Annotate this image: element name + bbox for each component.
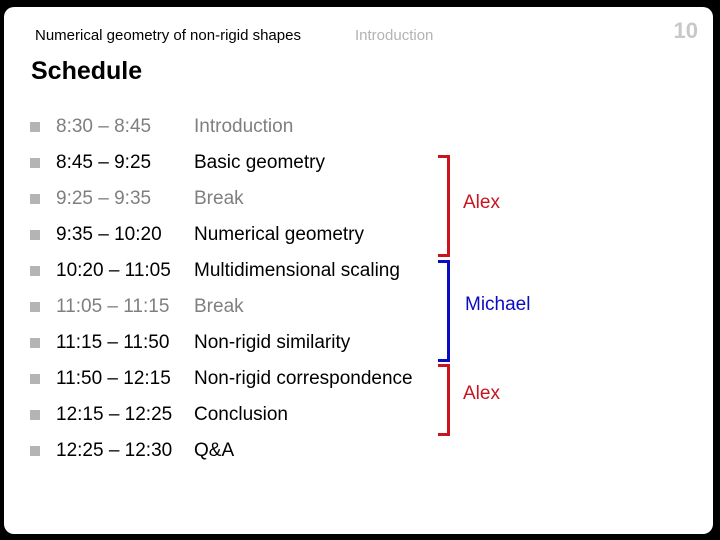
bullet-square-icon <box>30 158 40 168</box>
presenter-label-alex-2: Alex <box>463 383 500 404</box>
schedule-time: 10:20 – 11:05 <box>56 260 171 281</box>
schedule-time: 11:50 – 12:15 <box>56 368 171 389</box>
bullet-square-icon <box>30 194 40 204</box>
bullet-square-icon <box>30 230 40 240</box>
schedule-topic: Introduction <box>194 116 294 137</box>
presenter-bracket-alex-1 <box>438 155 450 257</box>
schedule-time: 11:15 – 11:50 <box>56 332 170 353</box>
bullet-square-icon <box>30 338 40 348</box>
bullet-square-icon <box>30 302 40 312</box>
slide-title: Schedule <box>31 57 143 85</box>
section-label: Introduction <box>355 27 434 44</box>
schedule-time: 12:25 – 12:30 <box>56 440 173 461</box>
bullet-square-icon <box>30 410 40 420</box>
bullet-square-icon <box>30 374 40 384</box>
bullet-square-icon <box>30 122 40 132</box>
presenter-bracket-michael <box>438 260 450 362</box>
schedule-time: 9:25 – 9:35 <box>56 188 152 209</box>
schedule-topic: Non-rigid correspondence <box>194 368 413 389</box>
schedule-topic: Break <box>194 296 244 317</box>
presenter-label-alex-1: Alex <box>463 192 500 213</box>
presenter-bracket-alex-2 <box>438 364 450 436</box>
slide: Numerical geometry of non-rigid shapes I… <box>4 7 713 534</box>
course-title: Numerical geometry of non-rigid shapes <box>35 27 301 44</box>
schedule-topic: Non-rigid similarity <box>194 332 351 353</box>
schedule-time: 9:35 – 10:20 <box>56 224 162 245</box>
schedule-topic: Break <box>194 188 244 209</box>
schedule-topic: Basic geometry <box>194 152 325 173</box>
slide-number: 10 <box>673 18 698 43</box>
schedule-time: 12:15 – 12:25 <box>56 404 173 425</box>
schedule-time: 11:05 – 11:15 <box>56 296 170 317</box>
schedule-topic: Conclusion <box>194 404 288 425</box>
schedule-topic: Multidimensional scaling <box>194 260 400 281</box>
schedule-topic: Q&A <box>194 440 235 461</box>
schedule-time: 8:30 – 8:45 <box>56 116 152 137</box>
presenter-label-michael: Michael <box>465 294 531 315</box>
bullet-square-icon <box>30 266 40 276</box>
schedule-time: 8:45 – 9:25 <box>56 152 152 173</box>
schedule-topic: Numerical geometry <box>194 224 364 245</box>
bullet-square-icon <box>30 446 40 456</box>
